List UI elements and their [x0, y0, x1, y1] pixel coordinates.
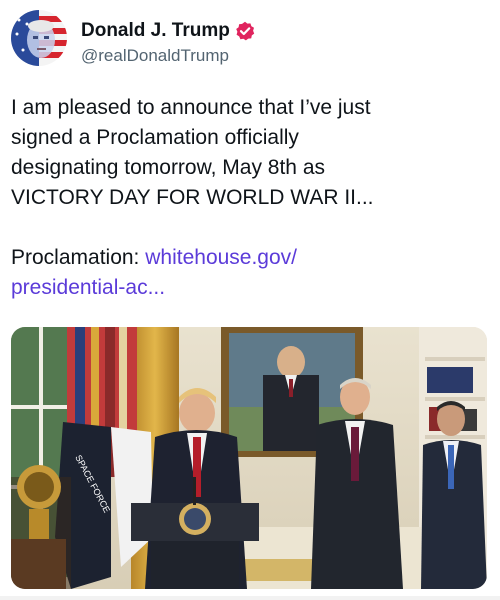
divider	[0, 596, 500, 600]
proclamation-link[interactable]: whitehouse.gov/	[145, 246, 297, 269]
name-row: Donald J. Trump	[81, 20, 255, 42]
post-line: designating tomorrow, May 8th as	[11, 156, 325, 179]
post-header: Donald J. Trump @realDonaldTrump	[11, 10, 491, 70]
post-media-image[interactable]: SPACE FORCE	[11, 327, 487, 589]
post-text: I am pleased to announce that I’ve just …	[11, 93, 489, 303]
post-line: signed a Proclamation officially	[11, 126, 299, 149]
avatar[interactable]	[11, 10, 67, 66]
proclamation-link-continued[interactable]: presidential-ac...	[11, 276, 165, 299]
user-handle[interactable]: @realDonaldTrump	[81, 46, 229, 66]
display-name[interactable]: Donald J. Trump	[81, 20, 230, 42]
post-link-line: Proclamation: whitehouse.gov/	[11, 243, 489, 273]
post-link-line: presidential-ac...	[11, 273, 489, 303]
link-prefix: Proclamation:	[11, 246, 146, 269]
post-line: VICTORY DAY FOR WORLD WAR II...	[11, 186, 374, 209]
verified-badge-icon	[235, 21, 255, 41]
post-line: I am pleased to announce that I’ve just	[11, 96, 371, 119]
